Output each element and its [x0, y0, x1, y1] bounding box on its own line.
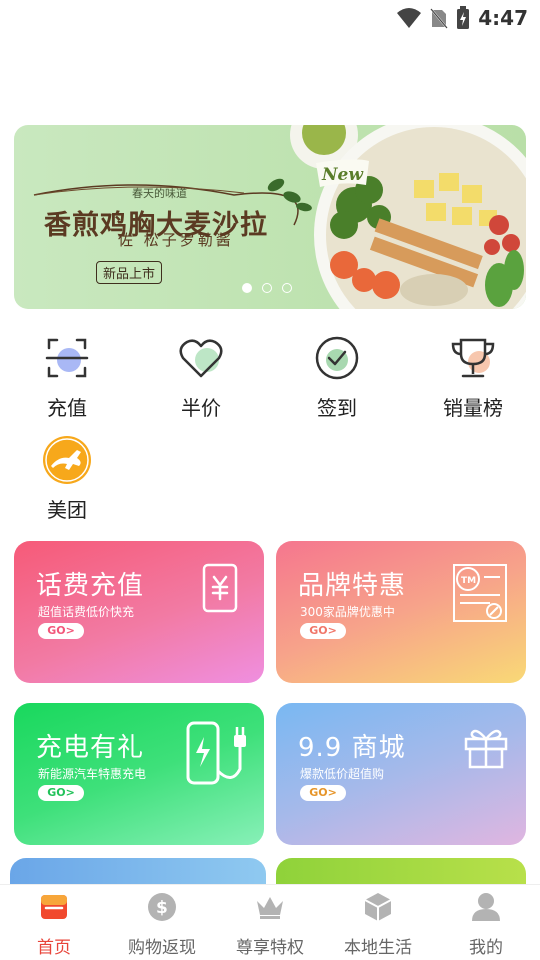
card-go-button[interactable]: GO>	[300, 623, 346, 639]
promo-banner[interactable]: New 春天的味道 香煎鸡胸大麦沙拉 佐 松子罗勒酱 新品上市	[14, 125, 526, 309]
tab-label: 首页	[37, 938, 71, 958]
tab-home[interactable]: 首页	[0, 891, 108, 958]
banner-dot[interactable]	[282, 283, 292, 293]
svg-text:$: $	[156, 898, 168, 918]
tab-label: 购物返现	[128, 938, 196, 958]
quick-nav-label: 美团	[47, 498, 87, 522]
card-desc: 新能源汽车特惠充电	[38, 767, 147, 781]
dollar-icon: $	[148, 893, 176, 921]
banner-new-badge-text: New	[321, 165, 364, 185]
trophy-icon	[451, 338, 495, 378]
scan-icon	[45, 338, 89, 378]
tab-label: 本地生活	[344, 938, 412, 958]
status-time: 4:47	[478, 6, 528, 30]
banner-pagination[interactable]	[242, 283, 292, 293]
cube-icon	[364, 893, 392, 921]
card-go-button[interactable]: GO>	[38, 623, 84, 639]
heart-icon	[179, 339, 223, 378]
banner-dot[interactable]	[262, 283, 272, 293]
status-icons: 4:47	[396, 4, 528, 32]
quick-nav-label: 半价	[181, 396, 221, 420]
card-9-9-mall[interactable]: 9.9 商城 爆款低价超值购 GO>	[276, 703, 526, 845]
tab-cashback[interactable]: $ 购物返现	[108, 891, 216, 958]
quick-nav-label: 签到	[317, 396, 357, 420]
wifi-icon	[397, 8, 422, 28]
user-icon	[472, 893, 500, 921]
charging-station-icon	[186, 721, 246, 785]
check-circle-icon	[315, 336, 359, 380]
kangaroo-icon	[43, 436, 91, 484]
yuan-phone-icon	[202, 563, 238, 613]
tab-privileges[interactable]: 尊享特权	[216, 891, 324, 958]
card-phone-recharge[interactable]: 话费充值 超值话费低价快充 GO>	[14, 541, 264, 683]
card-title: 9.9 商城	[298, 733, 406, 763]
quick-nav-label: 销量榜	[443, 396, 503, 420]
home-icon	[41, 895, 67, 919]
card-title: 品牌特惠	[298, 571, 407, 601]
quick-nav-sales-rank[interactable]: 销量榜	[418, 330, 528, 421]
gift-icon	[464, 729, 508, 769]
banner-new-tag: 新品上市	[96, 261, 163, 284]
no-sim-icon	[430, 8, 449, 29]
card-desc: 超值话费低价快充	[38, 605, 135, 619]
tab-local-life[interactable]: 本地生活	[324, 891, 432, 958]
tab-label: 我的	[469, 938, 503, 958]
card-title: 话费充值	[36, 571, 145, 601]
tab-mine[interactable]: 我的	[432, 891, 540, 958]
banner-subtitle: 佐 松子罗勒酱	[118, 231, 234, 249]
quick-nav-meituan[interactable]: 美团	[12, 432, 122, 523]
card-ev-charging[interactable]: 充电有礼 新能源汽车特惠充电 GO>	[14, 703, 264, 845]
card-desc: 爆款低价超值购	[300, 767, 385, 781]
quick-nav-half-price[interactable]: 半价	[146, 330, 256, 421]
tab-label: 尊享特权	[236, 938, 304, 958]
svg-text:TM: TM	[461, 576, 476, 586]
card-brand-deals[interactable]: 品牌特惠 300家品牌优惠中 GO> TM	[276, 541, 526, 683]
card-desc: 300家品牌优惠中	[300, 605, 395, 619]
tm-certificate-icon: TM	[453, 564, 507, 622]
quick-nav-checkin[interactable]: 签到	[282, 330, 392, 421]
battery-icon	[457, 6, 470, 29]
banner-cursive-top: 春天的味道	[132, 187, 187, 200]
card-go-button[interactable]: GO>	[38, 785, 84, 801]
quick-nav-recharge[interactable]: 充值	[12, 330, 122, 421]
card-go-button[interactable]: GO>	[300, 785, 346, 801]
quick-nav-label: 充值	[47, 396, 87, 420]
card-title: 充电有礼	[36, 733, 145, 763]
bottom-nav: 首页 $ 购物返现 尊享特权 本地生活 我的	[0, 884, 540, 960]
crown-icon	[257, 897, 283, 919]
status-bar: 4:47	[0, 0, 540, 36]
banner-dot[interactable]	[242, 283, 252, 293]
